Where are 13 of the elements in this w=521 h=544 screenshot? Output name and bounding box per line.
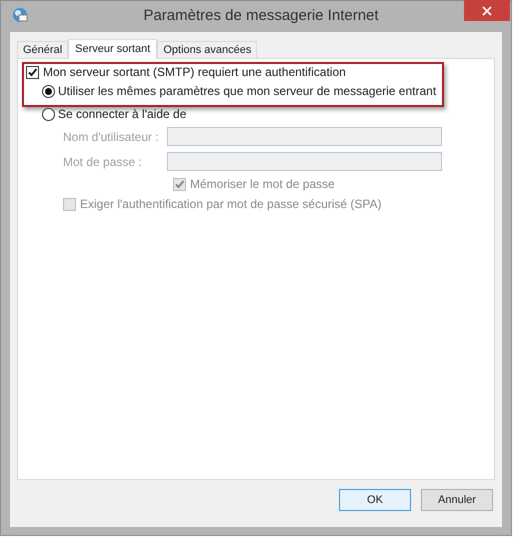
dialog-button[interactable]: OK xyxy=(339,489,411,511)
window-title: Paramètres de messagerie Internet xyxy=(142,6,379,26)
tab[interactable]: Serveur sortant xyxy=(68,39,158,59)
checkbox-label: Mon serveur sortant (SMTP) requiert une authentification xyxy=(43,64,346,81)
checkbox-label: Mémoriser le mot de passe xyxy=(190,176,335,193)
dialog-button[interactable]: Annuler xyxy=(421,489,493,511)
field-label: Mot de passe : xyxy=(63,154,143,170)
tab[interactable]: Options avancées xyxy=(157,41,258,59)
tab[interactable]: Général xyxy=(17,41,68,59)
radio-label: Utiliser les mêmes paramètres que mon serveur de messagerie entrant xyxy=(58,83,436,100)
field-label: Nom d'utilisateur : xyxy=(63,128,160,146)
radio-label: Se connecter à l'aide de xyxy=(58,106,186,123)
checkbox-label: Exiger l'authentification par mot de passe sécurisé (SPA) xyxy=(80,196,382,213)
